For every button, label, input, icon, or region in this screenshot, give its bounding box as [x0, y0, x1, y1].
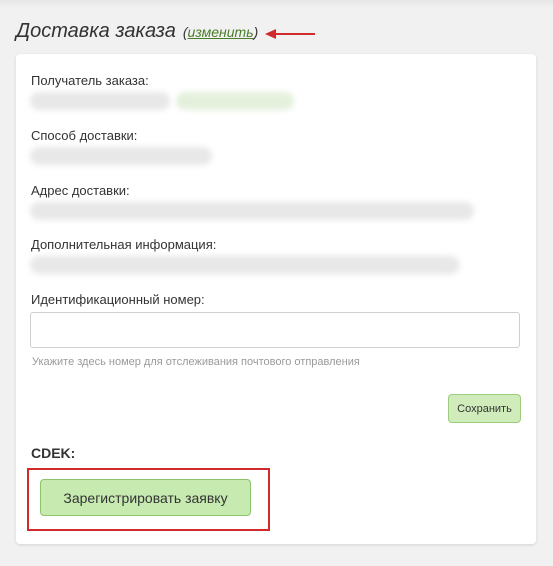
tracking-number-hint: Укажите здесь номер для отслеживания поч… — [32, 356, 360, 368]
section-title: Доставка заказа — [16, 20, 176, 42]
address-value-redacted — [30, 202, 474, 220]
recipient-value-redacted — [30, 92, 170, 110]
section-header: Доставка заказа (изменить) — [16, 20, 258, 43]
edit-link-wrapper: (изменить) — [183, 24, 258, 40]
tracking-number-input[interactable] — [30, 312, 520, 348]
additional-info-label: Дополнительная информация: — [31, 237, 217, 252]
register-request-button[interactable]: Зарегистрировать заявку — [40, 479, 251, 516]
edit-close-paren: ) — [253, 24, 259, 40]
additional-info-value-redacted — [30, 256, 460, 274]
top-edge-shadow — [0, 0, 553, 8]
recipient-phone-redacted — [176, 92, 294, 110]
cdek-label: CDEK: — [31, 445, 76, 461]
delivery-method-value-redacted — [30, 147, 212, 165]
delivery-method-label: Способ доставки: — [31, 128, 138, 143]
edit-delivery-link[interactable]: изменить — [188, 24, 254, 40]
recipient-label: Получатель заказа: — [31, 73, 149, 88]
save-button[interactable]: Сохранить — [448, 394, 521, 423]
tracking-number-label: Идентификационный номер: — [31, 292, 205, 307]
red-arrow-icon — [265, 29, 315, 39]
delivery-card: Получатель заказа: Способ доставки: Адре… — [16, 54, 536, 544]
address-label: Адрес доставки: — [31, 183, 130, 198]
